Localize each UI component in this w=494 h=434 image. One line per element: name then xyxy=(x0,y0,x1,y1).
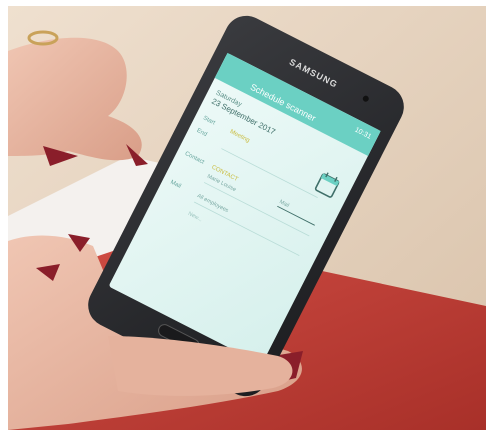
photo-frame: 10:31 Schedule scanner Saturday 23 Septe… xyxy=(0,0,494,434)
photo: 10:31 Schedule scanner Saturday 23 Septe… xyxy=(8,6,486,430)
scene: 10:31 Schedule scanner Saturday 23 Septe… xyxy=(8,6,486,430)
